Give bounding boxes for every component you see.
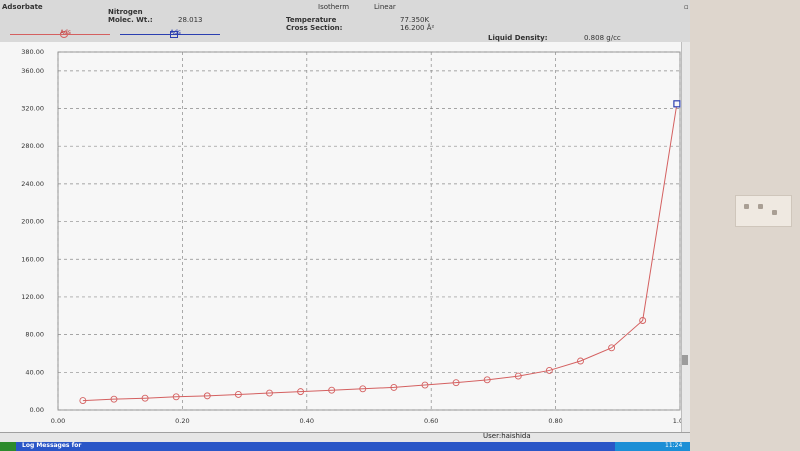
legend-adsorption: Ads [10,28,110,40]
molec-wt-label: Molec. Wt.: [108,16,153,24]
x-tick-label: 0.20 [175,417,189,425]
wall-socket [735,195,792,227]
vertical-scrollbar[interactable] [681,42,690,432]
temperature-label: Temperature [286,16,337,24]
y-tick-label: 380.00 [21,48,44,56]
window-menu-icon[interactable]: ▫ [684,3,689,11]
y-tick-label: 240.00 [21,180,44,188]
start-button[interactable] [0,442,16,451]
cross-section-label: Cross Section: [286,24,343,32]
tray-clock: 11:24 [665,442,683,449]
linear-label: Linear [374,3,396,11]
data-point-square [673,100,681,108]
x-tick-label: 0.40 [300,417,314,425]
gas-name: Nitrogen [108,8,143,16]
y-tick-label: 320.00 [21,105,44,113]
y-tick-label: 160.00 [21,255,44,263]
y-tick-label: 40.00 [25,368,44,376]
socket-hole [744,204,749,209]
temperature-value: 77.350K [400,16,430,24]
scrollbar-thumb[interactable] [682,355,688,365]
liquid-density-value: 0.808 g/cc [584,34,621,42]
liquid-density-label: Liquid Density: [488,34,548,42]
legend-desorption-label: Ads [170,29,181,36]
y-tick-label: 280.00 [21,142,44,150]
chart-area: 0.00 40.00 80.00 120.00 160.00 200.00 240.00 28… [0,42,690,432]
adsorbate-label: Adsorbate [2,3,43,11]
socket-hole [772,210,777,215]
legend-desorption: Ads [120,28,220,40]
x-tick-label: 0.80 [548,417,562,425]
molec-wt-value: 28.013 [178,16,203,24]
cross-section-value: 16.200 Å² [400,24,435,32]
monitor-screen: Adsorbate Nitrogen Molec. Wt.: 28.013 Is… [0,0,690,451]
x-tick-label: 0.00 [51,417,65,425]
report-header: Adsorbate Nitrogen Molec. Wt.: 28.013 Is… [0,0,690,43]
isotherm-label: Isotherm [318,3,350,11]
y-tick-label: 120.00 [21,293,44,301]
taskbar-window-title[interactable]: Log Messages for [22,442,81,449]
isotherm-chart: 0.00 40.00 80.00 120.00 160.00 200.00 240.00 28… [21,48,687,425]
y-tick-label: 80.00 [25,331,44,339]
y-tick-label: 0.00 [30,406,44,414]
x-tick-label: 0.60 [424,417,438,425]
status-user: User:haishida [483,432,531,440]
plot-background [57,51,681,411]
socket-hole [758,204,763,209]
y-tick-label: 360.00 [21,67,44,75]
legend-adsorption-label: Ads [60,29,71,36]
taskbar [0,442,690,451]
y-tick-label: 200.00 [21,218,44,226]
